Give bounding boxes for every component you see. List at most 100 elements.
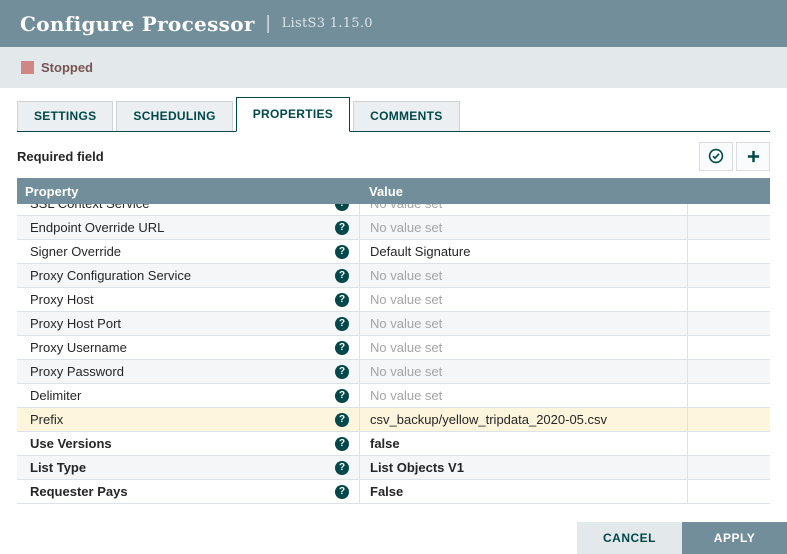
table-header: Property Value: [17, 178, 770, 204]
property-value-cell[interactable]: No value set: [359, 312, 687, 335]
plus-icon: [746, 149, 761, 164]
property-name-cell: Endpoint Override URL?: [17, 216, 359, 239]
property-value-cell[interactable]: Default Signature: [359, 240, 687, 263]
dialog-title: Configure Processor: [20, 12, 255, 36]
property-value: No value set: [370, 316, 442, 331]
row-extra-cell: [687, 432, 770, 455]
property-value-cell[interactable]: No value set: [359, 384, 687, 407]
table-row: Proxy Host? No value set: [17, 288, 770, 312]
help-icon[interactable]: ?: [335, 293, 349, 307]
add-property-button[interactable]: [736, 142, 770, 171]
property-value: No value set: [370, 220, 442, 235]
tab-scheduling[interactable]: SCHEDULING: [116, 101, 232, 131]
property-value-cell[interactable]: No value set: [359, 360, 687, 383]
property-value: No value set: [370, 340, 442, 355]
property-value-cell[interactable]: No value set: [359, 336, 687, 359]
property-value: csv_backup/yellow_tripdata_2020-05.csv: [370, 412, 607, 427]
property-name: Proxy Host Port: [30, 316, 121, 331]
dialog-header: Configure Processor | ListS3 1.15.0: [0, 0, 787, 47]
apply-button[interactable]: APPLY: [682, 522, 787, 554]
table-row: Requester Pays? False: [17, 480, 770, 504]
configure-processor-dialog: Configure Processor | ListS3 1.15.0 Stop…: [0, 0, 787, 554]
property-value-cell[interactable]: List Objects V1: [359, 456, 687, 479]
row-extra-cell: [687, 384, 770, 407]
property-value: List Objects V1: [370, 460, 464, 475]
row-extra-cell: [687, 204, 770, 215]
property-value-cell[interactable]: No value set: [359, 216, 687, 239]
property-value: No value set: [370, 268, 442, 283]
property-name: Use Versions: [30, 436, 112, 451]
help-icon[interactable]: ?: [335, 485, 349, 499]
table-row: Signer Override?Default Signature: [17, 240, 770, 264]
tab-settings[interactable]: SETTINGS: [17, 101, 113, 131]
help-icon[interactable]: ?: [335, 341, 349, 355]
row-extra-cell: [687, 240, 770, 263]
property-name: Prefix: [30, 412, 63, 427]
property-value: No value set: [370, 364, 442, 379]
tab-properties[interactable]: PROPERTIES: [236, 97, 350, 132]
table-row: Delimiter?No value set: [17, 384, 770, 408]
property-name: Signer Override: [30, 244, 121, 259]
help-icon[interactable]: ?: [335, 317, 349, 331]
table-row: Proxy Username? No value set: [17, 336, 770, 360]
property-name-cell: Proxy Configuration Service?: [17, 264, 359, 287]
property-name: Proxy Host: [30, 292, 94, 307]
row-extra-cell: [687, 216, 770, 239]
property-name-cell: SSL Context Service?: [17, 204, 359, 215]
property-value: False: [370, 484, 403, 499]
property-value: No value set: [370, 204, 442, 211]
property-name-cell: Proxy Host?: [17, 288, 359, 311]
tab-comments[interactable]: COMMENTS: [353, 101, 459, 131]
property-name-cell: List Type?: [17, 456, 359, 479]
property-value-cell[interactable]: No value set: [359, 204, 687, 215]
row-extra-cell: [687, 360, 770, 383]
property-value-cell[interactable]: csv_backup/yellow_tripdata_2020-05.csv: [359, 408, 687, 431]
row-extra-cell: [687, 288, 770, 311]
property-name: Proxy Username: [30, 340, 127, 355]
help-icon[interactable]: ?: [335, 365, 349, 379]
property-value-cell[interactable]: No value set: [359, 288, 687, 311]
help-icon[interactable]: ?: [335, 245, 349, 259]
help-icon[interactable]: ?: [335, 461, 349, 475]
help-icon[interactable]: ?: [335, 221, 349, 235]
help-icon[interactable]: ?: [335, 389, 349, 403]
property-name-cell: Proxy Password?: [17, 360, 359, 383]
properties-table: Property Value SSL Context Service? No va…: [17, 178, 770, 504]
property-name: Delimiter: [30, 388, 81, 403]
table-row: Endpoint Override URL? No value set: [17, 216, 770, 240]
help-icon[interactable]: ?: [335, 269, 349, 283]
table-row: Prefix? csv_backup/yellow_tripdata_2020-0…: [17, 408, 770, 432]
verify-properties-button[interactable]: [699, 142, 733, 171]
cancel-button[interactable]: CANCEL: [577, 522, 682, 554]
property-name-cell: Signer Override?: [17, 240, 359, 263]
dialog-content: SETTINGSSCHEDULINGPROPERTIESCOMMENTS Req…: [0, 97, 787, 504]
property-column-header: Property: [17, 184, 359, 199]
help-icon[interactable]: ?: [335, 413, 349, 427]
table-row: List Type? List Objects V1: [17, 456, 770, 480]
table-row: Proxy Password? No value set: [17, 360, 770, 384]
property-name: SSL Context Service: [30, 204, 149, 211]
property-name-cell: Delimiter?: [17, 384, 359, 407]
table-row: Use Versions? false: [17, 432, 770, 456]
help-icon[interactable]: ?: [335, 204, 349, 211]
status-label: Stopped: [41, 60, 93, 75]
help-icon[interactable]: ?: [335, 437, 349, 451]
property-value-cell[interactable]: False: [359, 480, 687, 503]
status-bar: Stopped: [0, 47, 787, 88]
row-extra-cell: [687, 264, 770, 287]
property-name: Requester Pays: [30, 484, 128, 499]
property-name-cell: Requester Pays?: [17, 480, 359, 503]
property-name-cell: Use Versions?: [17, 432, 359, 455]
property-value-cell[interactable]: No value set: [359, 264, 687, 287]
property-name: List Type: [30, 460, 86, 475]
table-row: Proxy Configuration Service? No value set: [17, 264, 770, 288]
property-name: Proxy Configuration Service: [30, 268, 191, 283]
row-extra-cell: [687, 456, 770, 479]
property-name-cell: Prefix?: [17, 408, 359, 431]
property-name-cell: Proxy Host Port?: [17, 312, 359, 335]
property-value-cell[interactable]: false: [359, 432, 687, 455]
property-value: false: [370, 436, 400, 451]
property-value: No value set: [370, 292, 442, 307]
properties-toolbar: Required field: [17, 141, 770, 171]
toolbar-buttons: [696, 142, 770, 171]
